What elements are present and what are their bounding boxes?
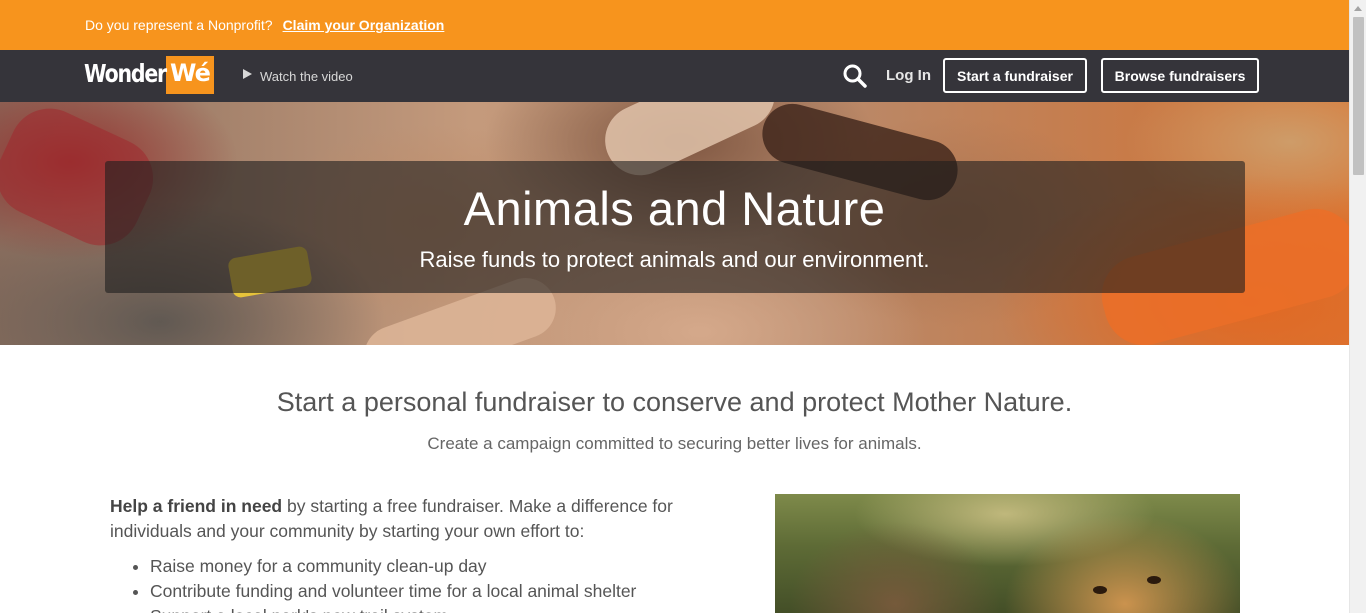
dog-eye — [1093, 586, 1107, 594]
wonderwe-logo[interactable]: Wonder Wé — [84, 56, 214, 94]
nonprofit-banner: Do you represent a Nonprofit? Claim your… — [0, 0, 1349, 50]
banner-question: Do you represent a Nonprofit? — [85, 17, 273, 33]
body-lead: Help a friend in need by starting a free… — [110, 494, 690, 544]
list-item: Raise money for a community clean-up day — [150, 554, 690, 579]
watch-video-label: Watch the video — [260, 68, 353, 84]
login-link[interactable]: Log In — [886, 50, 931, 102]
search-icon[interactable] — [842, 63, 868, 89]
hero-banner: Animals and Nature Raise funds to protec… — [0, 102, 1349, 345]
page-scrollbar[interactable] — [1349, 0, 1366, 613]
child-and-dog-photo — [775, 494, 1240, 613]
list-item: Support a local park's new trail system — [150, 604, 690, 613]
body-lead-bold: Help a friend in need — [110, 496, 283, 516]
top-nav: Wonder Wé Watch the video Log In Start a… — [0, 50, 1349, 102]
browse-fundraisers-button[interactable]: Browse fundraisers — [1101, 58, 1259, 93]
logo-wonder-text: Wonder — [84, 59, 167, 88]
hero-title: Animals and Nature — [463, 182, 886, 235]
page-content: Do you represent a Nonprofit? Claim your… — [0, 0, 1349, 613]
body-copy: Help a friend in need by starting a free… — [110, 494, 690, 613]
start-fundraiser-button[interactable]: Start a fundraiser — [943, 58, 1087, 93]
page: Do you represent a Nonprofit? Claim your… — [0, 0, 1366, 613]
logo-we-text: Wé — [166, 56, 214, 94]
list-item: Contribute funding and volunteer time fo… — [150, 579, 690, 604]
scrollbar-thumb[interactable] — [1353, 17, 1364, 175]
scroll-up-arrow-icon[interactable] — [1354, 6, 1362, 11]
dog-eye — [1147, 576, 1161, 584]
intro-subheading: Create a campaign committed to securing … — [427, 434, 922, 453]
intro-heading: Start a personal fundraiser to conserve … — [276, 387, 1073, 417]
claim-organization-link[interactable]: Claim your Organization — [283, 17, 445, 33]
ideas-list: Raise money for a community clean-up day… — [110, 554, 690, 613]
play-icon — [243, 69, 252, 79]
hero-subtitle: Raise funds to protect animals and our e… — [419, 247, 930, 272]
watch-video-link[interactable]: Watch the video — [243, 50, 353, 102]
